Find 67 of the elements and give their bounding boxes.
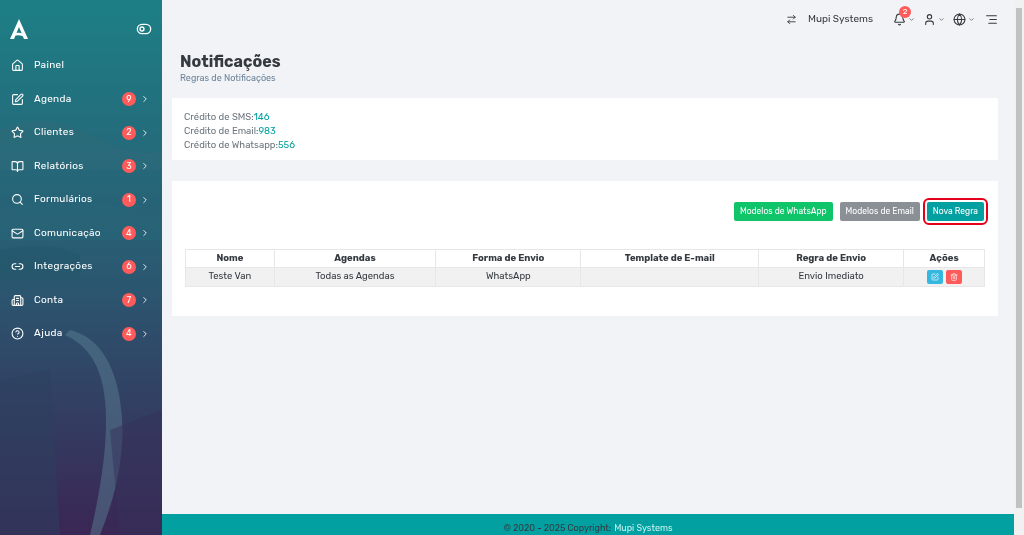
- home-icon: [11, 59, 24, 73]
- chevron-icon: [140, 261, 150, 272]
- building-icon: [11, 293, 24, 307]
- sidebar-label: Conta: [34, 292, 65, 308]
- sidebar-label: Formulários: [34, 192, 94, 208]
- trash-icon: [949, 272, 958, 281]
- column-header: Agendas: [274, 249, 436, 267]
- sidebar-label: Integrações: [34, 259, 94, 275]
- sidebar-label: Relatórios: [34, 158, 85, 174]
- caret-icon: [968, 15, 975, 23]
- chevron-icon: [140, 295, 150, 306]
- mail-icon: [11, 226, 24, 240]
- switch-icon[interactable]: [786, 13, 798, 25]
- sidebar-label: Ajuda: [34, 326, 64, 342]
- caret-icon: [938, 15, 945, 23]
- menu-icon[interactable]: [985, 12, 998, 26]
- notification-badge: 2: [899, 5, 911, 18]
- table-cell: Envio Imediato: [758, 267, 904, 286]
- sidebar-item[interactable]: Agenda 9: [0, 82, 162, 116]
- edit-icon: [930, 272, 939, 281]
- credit-line: Crédito de Whatsapp:556: [184, 138, 296, 150]
- column-header: Forma de Envio: [435, 249, 581, 267]
- delete-button[interactable]: [945, 269, 962, 284]
- column-header: Nome: [185, 249, 275, 267]
- sidebar-item[interactable]: Painel: [0, 49, 162, 83]
- logo-icon[interactable]: [10, 19, 28, 39]
- credit-line: Crédito de SMS:146: [184, 110, 271, 122]
- globe-icon[interactable]: [953, 12, 966, 26]
- table-cell: WhatsApp: [435, 267, 581, 286]
- chevron-icon: [140, 127, 150, 138]
- search-icon: [11, 193, 24, 207]
- caret-icon: [908, 15, 915, 23]
- sidebar-item[interactable]: Ajuda 4: [0, 317, 162, 351]
- chevron-icon: [140, 194, 150, 205]
- sidebar-item[interactable]: Clientes 2: [0, 116, 162, 150]
- column-header: Regra de Envio: [758, 249, 904, 267]
- star-icon: [11, 126, 24, 140]
- sidebar-label: Agenda: [34, 91, 73, 107]
- company-name[interactable]: Mupi Systems: [808, 11, 873, 27]
- action-button[interactable]: Modelos de Email: [839, 201, 920, 221]
- scrollbar[interactable]: [1014, 0, 1024, 535]
- table-cell: Todas as Agendas: [274, 267, 436, 286]
- page-subtitle: Regras de Notificações: [180, 72, 277, 85]
- help-icon: [11, 327, 24, 341]
- chevron-icon: [140, 228, 150, 239]
- notification-icon[interactable]: [893, 12, 906, 26]
- toggle-icon[interactable]: [136, 21, 152, 37]
- sidebar-item[interactable]: Conta 7: [0, 283, 162, 317]
- page-title: Notificações: [180, 52, 282, 72]
- sidebar-item[interactable]: Integrações 6: [0, 250, 162, 284]
- user-icon[interactable]: [923, 12, 936, 26]
- chevron-icon: [140, 94, 150, 105]
- sidebar-label: Clientes: [34, 125, 76, 141]
- table-cell: Teste Van: [185, 267, 275, 286]
- sidebar-label: Painel: [34, 58, 66, 74]
- credit-line: Crédito de Email:983: [184, 124, 277, 136]
- chevron-icon: [140, 328, 150, 339]
- edit-icon: [11, 92, 24, 106]
- sidebar-item[interactable]: Formulários 1: [0, 183, 162, 217]
- book-icon: [11, 159, 24, 173]
- sidebar-item[interactable]: Comunicação 4: [0, 216, 162, 250]
- chevron-icon: [140, 161, 150, 172]
- column-header: Template de E-mail: [580, 249, 759, 267]
- column-header: Ações: [903, 249, 985, 267]
- sidebar-item[interactable]: Relatórios 3: [0, 149, 162, 183]
- footer-text: © 2020 - 2025 Copyright:: [503, 523, 612, 534]
- sidebar-label: Comunicação: [34, 225, 102, 241]
